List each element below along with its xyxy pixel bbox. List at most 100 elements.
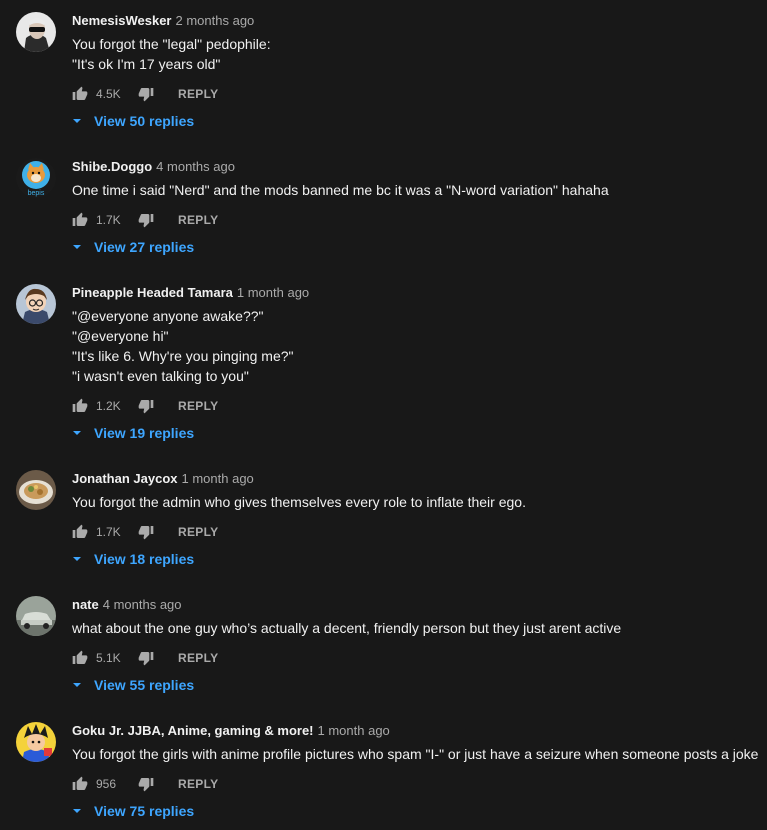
comment-header: Pineapple Headed Tamara 1 month ago [72,284,767,302]
reply-button[interactable]: REPLY [178,651,218,665]
like-count: 4.5K [96,87,121,101]
avatar[interactable]: bepis [16,158,56,198]
like-count: 1.2K [96,399,121,413]
view-replies-label: View 18 replies [94,551,195,567]
comment-body: Shibe.Doggo 4 months ago One time i said … [72,158,767,200]
comment-text-line: You forgot the girls with anime profile … [72,746,759,762]
comment-header: Jonathan Jaycox 1 month ago [72,470,767,488]
comment-time[interactable]: 1 month ago [182,471,254,486]
comment-text-line: You forgot the admin who gives themselve… [72,494,526,510]
comment-text: You forgot the admin who gives themselve… [72,492,767,512]
thumb-up-icon [72,398,88,412]
cartoon-girl-avatar [16,284,56,324]
comment-actions: 5.1K REPLY [72,646,218,670]
author-name[interactable]: Pineapple Headed Tamara [72,285,233,300]
view-replies-label: View 50 replies [94,113,195,129]
caret-down-icon [72,242,82,252]
like-count: 1.7K [96,525,121,539]
like-button[interactable] [72,650,88,666]
comment-text-line: "@everyone hi" [72,328,169,344]
comment-time[interactable]: 4 months ago [156,159,235,174]
comment-body: NemesisWesker 2 months ago You forgot the… [72,12,767,74]
food-plate-avatar [16,470,56,510]
thumb-up-icon [72,212,88,226]
view-replies-label: View 55 replies [94,677,195,693]
comment-actions: 956 REPLY [72,772,218,796]
dislike-button[interactable] [138,398,154,414]
comment-time[interactable]: 1 month ago [237,285,309,300]
like-button[interactable] [72,86,88,102]
dislike-button[interactable] [138,524,154,540]
avatar[interactable] [16,284,56,324]
reply-button[interactable]: REPLY [178,213,218,227]
comment-text: "@everyone anyone awake??" "@everyone hi… [72,306,767,386]
dislike-button[interactable] [138,86,154,102]
view-replies-button[interactable]: View 75 replies [72,801,194,821]
thumb-up-icon [72,524,88,538]
author-name[interactable]: Shibe.Doggo [72,159,152,174]
avatar[interactable] [16,722,56,762]
thumb-down-icon [138,88,154,102]
reply-button[interactable]: REPLY [178,525,218,539]
car-photo-avatar [16,596,56,636]
like-button[interactable] [72,524,88,540]
dislike-button[interactable] [138,212,154,228]
thumb-down-icon [138,778,154,792]
like-button[interactable] [72,212,88,228]
view-replies-button[interactable]: View 19 replies [72,423,194,443]
comment-text-line: You forgot the "legal" pedophile: [72,36,271,52]
thumb-up-icon [72,776,88,790]
comment-text-line: "@everyone anyone awake??" [72,308,264,324]
like-button[interactable] [72,776,88,792]
author-name[interactable]: NemesisWesker [72,13,172,28]
comment-text-line: "It's ok I'm 17 years old" [72,56,221,72]
like-count: 956 [96,777,117,791]
avatar[interactable] [16,12,56,52]
comment-text: One time i said "Nerd" and the mods bann… [72,180,767,200]
avatar[interactable] [16,596,56,636]
comment-actions: 1.7K REPLY [72,208,218,232]
comment-text-line: "i wasn't even talking to you" [72,368,249,384]
caret-down-icon [72,554,82,564]
reply-button[interactable]: REPLY [178,777,218,791]
caret-down-icon [72,680,82,690]
comment-text-line: "It's like 6. Why're you pinging me?" [72,348,294,364]
masked-man-avatar [16,12,56,52]
view-replies-label: View 75 replies [94,803,195,819]
comment-header: Goku Jr. JJBA, Anime, gaming & more! 1 mo… [72,722,767,740]
comment-actions: 1.7K REPLY [72,520,218,544]
avatar-lettering: bepis [28,190,45,197]
thumb-down-icon [138,526,154,540]
thumb-up-icon [72,86,88,100]
view-replies-button[interactable]: View 27 replies [72,237,194,257]
comment-actions: 4.5K REPLY [72,82,218,106]
author-name[interactable]: Goku Jr. JJBA, Anime, gaming & more! [72,723,314,738]
comment-body: nate 4 months ago what about the one guy … [72,596,767,638]
comment-body: Jonathan Jaycox 1 month ago You forgot th… [72,470,767,512]
shiba-dog-avatar: bepis [16,158,56,198]
comment-header: NemesisWesker 2 months ago [72,12,767,30]
view-replies-button[interactable]: View 50 replies [72,111,194,131]
avatar[interactable] [16,470,56,510]
author-name[interactable]: Jonathan Jaycox [72,471,178,486]
reply-button[interactable]: REPLY [178,87,218,101]
dislike-button[interactable] [138,776,154,792]
comments-section: NemesisWesker 2 months ago You forgot the… [0,0,767,830]
thumb-up-icon [72,650,88,664]
caret-down-icon [72,806,82,816]
like-button[interactable] [72,398,88,414]
comment-time[interactable]: 2 months ago [176,13,255,28]
comment-actions: 1.2K REPLY [72,394,218,418]
reply-button[interactable]: REPLY [178,399,218,413]
comment-body: Goku Jr. JJBA, Anime, gaming & more! 1 mo… [72,722,767,764]
thumb-down-icon [138,652,154,666]
author-name[interactable]: nate [72,597,99,612]
comment-time[interactable]: 1 month ago [318,723,390,738]
comment-time[interactable]: 4 months ago [103,597,182,612]
view-replies-button[interactable]: View 55 replies [72,675,194,695]
comment-text: You forgot the girls with anime profile … [72,744,767,764]
view-replies-button[interactable]: View 18 replies [72,549,194,569]
caret-down-icon [72,428,82,438]
dislike-button[interactable] [138,650,154,666]
view-replies-label: View 19 replies [94,425,195,441]
